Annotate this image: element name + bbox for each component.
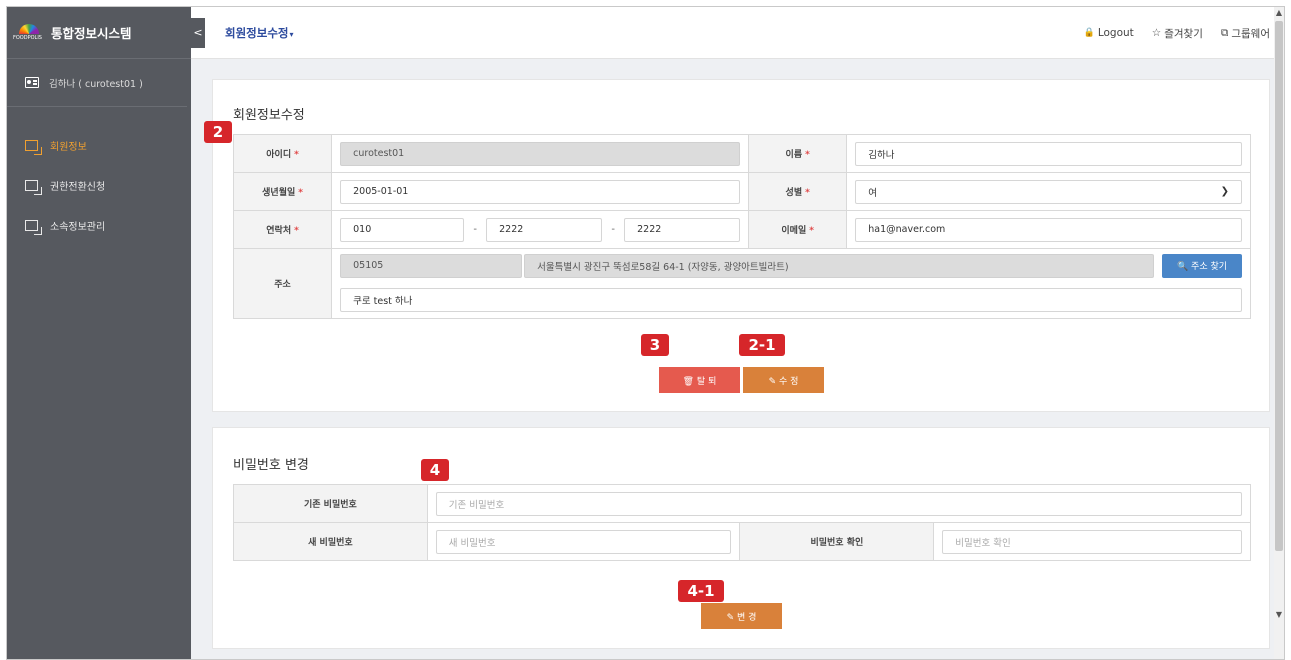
sidebar-collapse-button[interactable]: < [191,17,205,48]
address-field: 서울특별시 광진구 뚝섬로58길 64-1 (자양동, 광양아트빌라트) [524,253,1154,278]
gender-select[interactable]: 여 ❯ [855,179,1242,204]
page-title[interactable]: 회원정보수정▾ [225,25,294,41]
phone-separator: - [611,224,615,235]
external-link-icon: ⧉ [1220,26,1229,39]
id-label: 아이디 * [232,134,333,173]
top-links: 🔒 Logout ☆ 즐겨찾기 ⧉ 그룹웨어 [1084,7,1270,59]
sidebar-item-permission-request[interactable]: 권한전환신청 [7,165,191,205]
sidebar: FOODPOLIS 통합정보시스템 김하나 ( curotest01 ) 회원정… [7,7,191,659]
name-field[interactable]: 김하나 [855,141,1242,166]
sidebar-item-label: 회원정보 [50,141,87,153]
new-password-input[interactable]: 새 비밀번호 [435,529,732,554]
favorites-link[interactable]: ☆ 즐겨찾기 [1152,26,1203,41]
window-icon [25,179,42,195]
annotation-marker-3: 3 [641,334,669,356]
chevron-down-icon: ❯ [1220,186,1229,197]
password-form-title: 비밀번호 변경 [233,458,309,473]
withdraw-button[interactable]: 🗑 탈 퇴 [659,367,740,393]
member-form-table: 아이디 * curotest01 이름 * 김하나 생년월일 * 2005-01-01… [232,134,1251,319]
logo-icon: FOODPOLIS [13,23,42,42]
password-form-table: 기존 비밀번호 기존 비밀번호 새 비밀번호 새 비밀번호 비밀번호 확인 비밀… [233,484,1252,561]
email-field[interactable]: ha1@naver.com [855,217,1242,242]
phone-separator: - [473,224,477,235]
scroll-up-icon[interactable]: ▲ [1274,7,1284,19]
password-panel: 비밀번호 변경 기존 비밀번호 기존 비밀번호 새 비밀번호 새 비밀번호 비밀… [212,427,1270,649]
annotation-marker-2: 2 [204,121,232,143]
id-card-icon [25,77,39,88]
lock-icon: 🔒 [1083,28,1095,38]
sidebar-menu: 회원정보 권한전환신청 소속정보관리 [7,125,191,245]
page-scrollbar[interactable]: ▲ ▼ [1274,7,1284,659]
address-label: 주소 [232,248,333,319]
current-password-input[interactable]: 기존 비밀번호 [435,491,1242,516]
annotation-marker-4-1: 4-1 [678,580,724,602]
scroll-down-icon[interactable]: ▼ [1274,609,1284,621]
scrollbar-thumb[interactable] [1275,21,1283,551]
name-label: 이름 * [748,134,848,173]
groupware-link[interactable]: ⧉ 그룹웨어 [1221,26,1270,41]
member-form-title: 회원정보수정 [233,108,305,123]
window-icon [25,139,42,155]
phone-field-2[interactable]: 2222 [486,217,603,242]
member-info-panel: 회원정보수정 아이디 * curotest01 이름 * 김하나 생년월일 * 200… [212,79,1270,412]
brand[interactable]: FOODPOLIS 통합정보시스템 [7,7,191,59]
sidebar-item-label: 소속정보관리 [50,221,106,233]
sidebar-item-member-info[interactable]: 회원정보 [7,125,191,165]
address-detail-field[interactable]: 쿠로 test 하나 [340,288,1242,313]
star-icon: ☆ [1151,27,1162,39]
address-search-button[interactable]: 🔍 주소 찾기 [1162,253,1242,278]
edit-button[interactable]: ✎ 수 정 [743,367,824,393]
birth-label: 생년월일 * [232,172,333,211]
top-bar: < 회원정보수정▾ 🔒 Logout ☆ 즐겨찾기 ⧉ 그룹웨어 [191,7,1284,59]
logout-link[interactable]: 🔒 Logout [1084,27,1134,39]
annotation-marker-2-1: 2-1 [739,334,785,356]
caret-down-icon: ▾ [289,29,294,39]
phone-field-3[interactable]: 2222 [624,217,741,242]
confirm-password-label: 비밀번호 확인 [739,522,935,561]
sidebar-item-label: 권한전환신청 [50,181,106,193]
sidebar-item-affiliation[interactable]: 소속정보관리 [7,205,191,245]
zipcode-field: 05105 [340,253,523,278]
user-name: 김하나 ( curotest01 ) [49,78,143,90]
birth-date-field[interactable]: 2005-01-01 [340,179,741,204]
app-frame: FOODPOLIS 통합정보시스템 김하나 ( curotest01 ) 회원정… [6,6,1285,660]
confirm-password-input[interactable]: 비밀번호 확인 [942,529,1242,554]
app-title: 통합정보시스템 [51,26,132,41]
annotation-marker-4: 4 [421,459,449,481]
email-label: 이메일 * [748,210,848,249]
id-field: curotest01 [340,141,741,166]
window-icon [25,219,42,235]
change-password-button[interactable]: ✎ 변 경 [701,603,782,629]
user-info: 김하나 ( curotest01 ) [7,59,187,107]
phone-label: 연락처 * [232,210,333,249]
new-password-label: 새 비밀번호 [233,522,428,561]
phone-field-1[interactable]: 010 [340,217,465,242]
gender-label: 성별 * [748,172,848,211]
current-password-label: 기존 비밀번호 [233,484,428,523]
